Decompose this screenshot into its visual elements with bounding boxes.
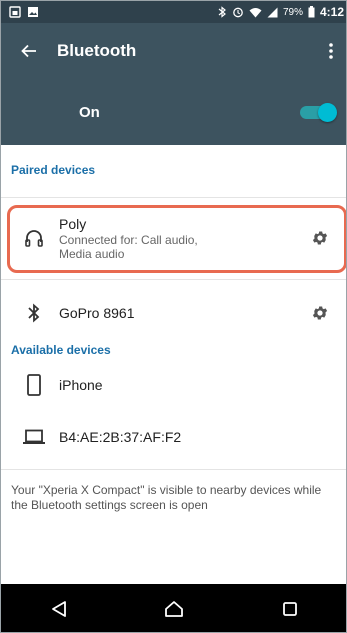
image-icon bbox=[27, 6, 39, 18]
triangle-back-icon bbox=[51, 601, 66, 617]
clock: 4:12 bbox=[319, 5, 344, 19]
wifi-icon bbox=[249, 7, 262, 18]
device-name: GoPro 8961 bbox=[59, 305, 135, 321]
home-icon bbox=[165, 601, 184, 617]
more-vert-icon bbox=[329, 43, 333, 59]
bluetooth-switch[interactable] bbox=[298, 102, 337, 122]
device-name: B4:AE:2B:37:AF:F2 bbox=[59, 429, 182, 445]
nav-recents-button[interactable] bbox=[255, 584, 325, 632]
status-bar: 79% 4:12 bbox=[1, 1, 346, 23]
divider bbox=[1, 469, 346, 470]
alarm-icon bbox=[232, 6, 244, 18]
highlight-box bbox=[7, 205, 346, 273]
available-devices-header: Available devices bbox=[11, 343, 111, 357]
back-button[interactable] bbox=[1, 23, 57, 79]
battery-icon bbox=[308, 6, 315, 18]
visibility-note: Your "Xperia X Compact" is visible to ne… bbox=[11, 483, 322, 512]
lock-screen-icon bbox=[9, 6, 21, 18]
bluetooth-toggle-row[interactable]: On bbox=[1, 79, 346, 145]
navigation-bar bbox=[1, 584, 346, 632]
device-settings-button[interactable] bbox=[292, 304, 346, 322]
nav-back-button[interactable] bbox=[24, 584, 94, 632]
laptop-icon bbox=[23, 429, 45, 444]
switch-thumb bbox=[318, 103, 337, 122]
bluetooth-icon bbox=[28, 303, 40, 323]
device-name: iPhone bbox=[59, 377, 103, 393]
phone-screen: 79% 4:12 Bluetooth On Paired devices Pol… bbox=[0, 0, 347, 633]
arrow-left-icon bbox=[21, 44, 36, 58]
bluetooth-status-icon bbox=[217, 6, 227, 18]
divider bbox=[1, 279, 346, 280]
divider bbox=[1, 197, 346, 198]
phone-icon bbox=[27, 374, 41, 396]
device-row-iphone[interactable]: iPhone bbox=[1, 363, 346, 407]
app-bar: Bluetooth bbox=[1, 23, 346, 79]
signal-icon bbox=[267, 7, 278, 18]
toggle-label: On bbox=[79, 103, 100, 121]
page-title: Bluetooth bbox=[57, 41, 137, 60]
battery-percent: 79% bbox=[282, 6, 303, 18]
device-row-gopro[interactable]: GoPro 8961 bbox=[1, 291, 346, 335]
gear-icon bbox=[312, 306, 328, 320]
device-row-laptop[interactable]: B4:AE:2B:37:AF:F2 bbox=[1, 415, 346, 459]
nav-home-button[interactable] bbox=[139, 584, 209, 632]
overflow-menu-button[interactable] bbox=[314, 23, 346, 79]
square-recents-icon bbox=[283, 602, 298, 616]
paired-devices-header: Paired devices bbox=[11, 163, 96, 177]
